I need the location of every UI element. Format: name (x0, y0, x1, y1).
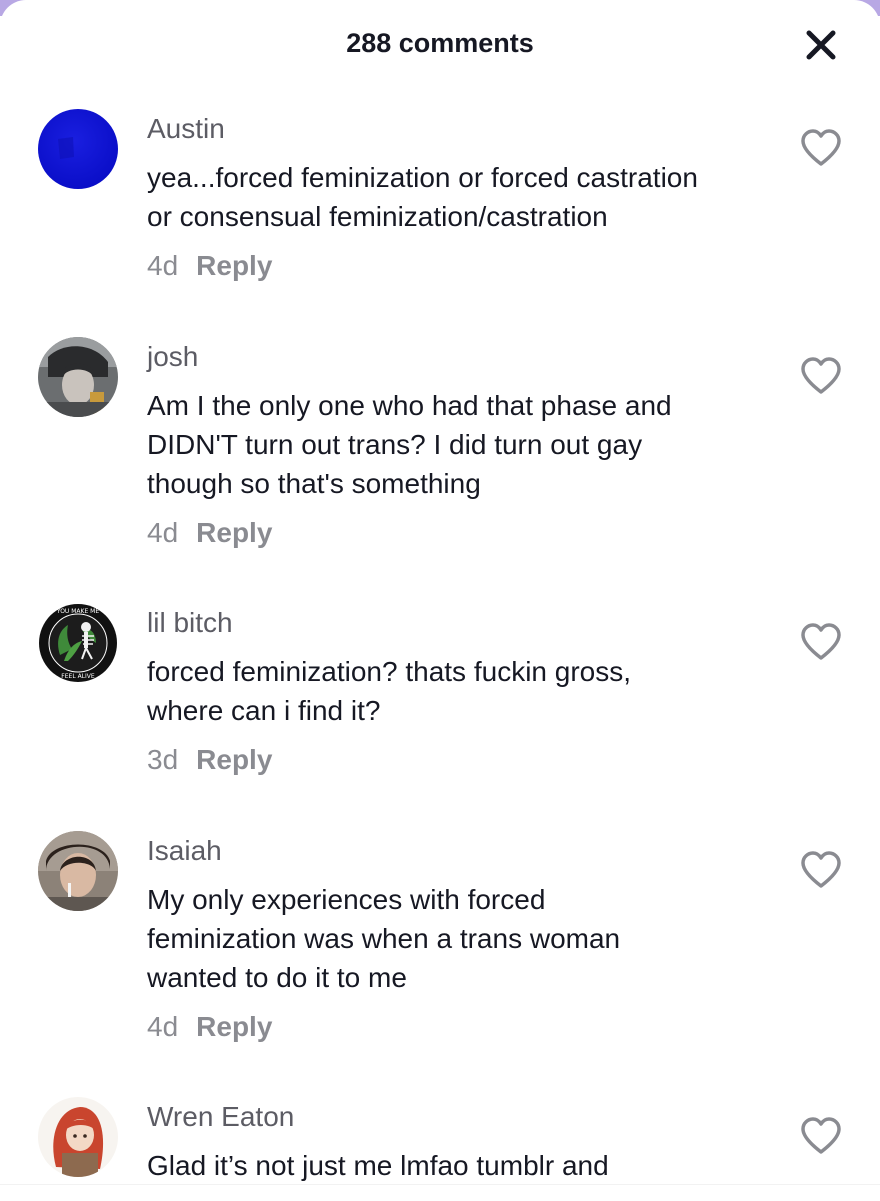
reply-button[interactable]: Reply (196, 517, 272, 548)
skeleton-plant-badge-avatar-icon: YOU MAKE ME FEEL ALIVE (38, 603, 118, 683)
avatar-badge-top-text: YOU MAKE ME (56, 608, 99, 615)
comment-username[interactable]: Wren Eaton (147, 1101, 294, 1133)
like-button[interactable] (800, 1117, 842, 1157)
heart-outline-icon (801, 129, 841, 166)
photo-avatar-icon (38, 337, 118, 417)
comments-count-title: 288 comments (346, 28, 534, 58)
avatar[interactable]: YOU MAKE ME FEEL ALIVE (38, 603, 118, 683)
comment-time: 4d (147, 517, 179, 548)
comments-sheet: 288 comments Austin yea...forced feminiz… (0, 0, 880, 1201)
comment-item: Isaiah My only experiences with forced f… (0, 831, 880, 1061)
blue-circle-avatar-icon (38, 109, 118, 189)
comments-header: 288 comments (0, 0, 880, 90)
comment-item: YOU MAKE ME FEEL ALIVE lil bitch forced … (0, 603, 880, 793)
comment-text-line: Am I the only one who had that phase and (147, 390, 672, 421)
avatar[interactable] (38, 831, 118, 911)
comment-text-line: Glad it’s not just me lmfao tumblr and (147, 1150, 609, 1181)
close-icon (806, 30, 836, 60)
comment-text-line: forced feminization? thats fuckin gross, (147, 656, 632, 687)
comment-username[interactable]: lil bitch (147, 607, 233, 639)
comment-time: 3d (147, 744, 179, 775)
avatar[interactable] (38, 1097, 118, 1177)
like-button[interactable] (800, 623, 842, 663)
close-button[interactable] (800, 24, 842, 66)
like-button[interactable] (800, 357, 842, 397)
comment-username[interactable]: josh (147, 341, 198, 373)
comment-text-line: or consensual feminization/castration (147, 201, 608, 232)
comment-text-line: where can i find it? (147, 695, 381, 726)
avatar-badge-bottom-text: FEEL ALIVE (61, 673, 95, 680)
heart-outline-icon (801, 357, 841, 394)
photo-avatar-icon (38, 831, 118, 911)
comment-meta: 4d Reply (147, 517, 272, 549)
like-button[interactable] (800, 129, 842, 169)
comment-item: Wren Eaton Glad it’s not just me lmfao t… (0, 1097, 880, 1187)
comment-meta: 4d Reply (147, 250, 272, 282)
comment-meta: 4d Reply (147, 1011, 272, 1043)
comment-meta: 3d Reply (147, 744, 272, 776)
reply-button[interactable]: Reply (196, 1011, 272, 1042)
comment-text-line: My only experiences with forced (147, 884, 546, 915)
like-button[interactable] (800, 851, 842, 891)
comment-item: josh Am I the only one who had that phas… (0, 337, 880, 567)
reply-button[interactable]: Reply (196, 250, 272, 281)
comment-username[interactable]: Austin (147, 113, 225, 145)
comment-text-line: DIDN'T turn out trans? I did turn out ga… (147, 429, 643, 460)
comment-text-line: though so that's something (147, 468, 481, 499)
heart-outline-icon (801, 1117, 841, 1154)
comment-username[interactable]: Isaiah (147, 835, 222, 867)
reply-button[interactable]: Reply (196, 744, 272, 775)
comment-time: 4d (147, 1011, 179, 1042)
heart-outline-icon (801, 851, 841, 888)
anime-girl-avatar-icon (38, 1097, 118, 1177)
avatar[interactable] (38, 337, 118, 417)
comment-text-line: yea...forced feminization or forced cast… (147, 162, 698, 193)
avatar[interactable] (38, 109, 118, 189)
comment-time: 4d (147, 250, 179, 281)
heart-outline-icon (801, 623, 841, 660)
comment-item: Austin yea...forced feminization or forc… (0, 109, 880, 299)
comment-text-line: wanted to do it to me (147, 962, 407, 993)
sheet-bottom-edge (0, 1184, 880, 1201)
comment-text-line: feminization was when a trans woman (147, 923, 621, 954)
